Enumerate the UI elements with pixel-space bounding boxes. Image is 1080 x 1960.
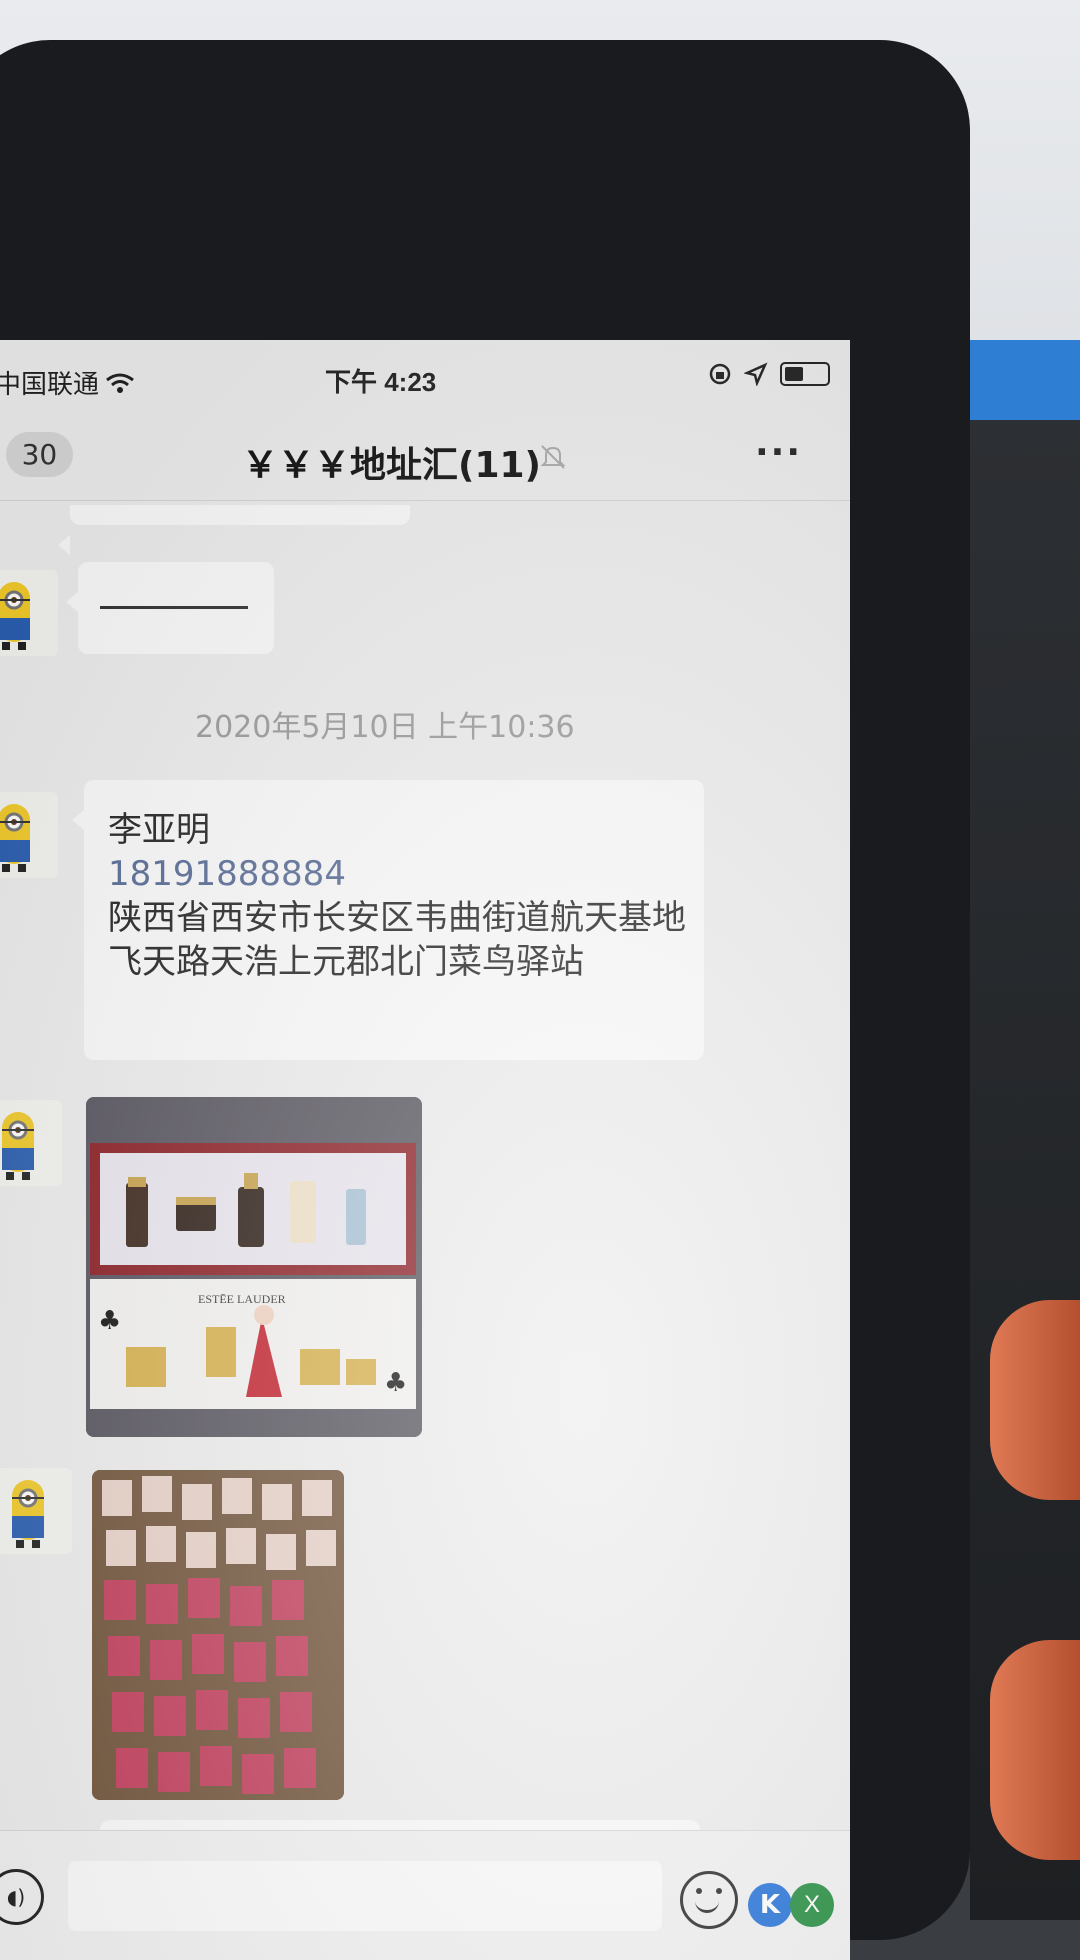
phone-screen: 中国联通 下午 4:23 ‹ — [0, 340, 850, 1960]
cut-off-message — [58, 505, 410, 555]
smile-icon — [695, 1898, 719, 1913]
carrier-label: 中国联通 — [0, 369, 100, 399]
status-time: 下午 4:23 — [325, 367, 437, 397]
floating-x-icon[interactable]: X — [790, 1883, 834, 1927]
location-icon — [744, 362, 768, 386]
chat-title: ￥￥￥地址汇(11) — [242, 445, 542, 486]
carrier-group: 中国联通 — [0, 364, 135, 401]
timestamp-separator: 2020年5月10日 上午10:36 — [195, 710, 575, 745]
message-bubble-dash[interactable] — [66, 562, 274, 654]
battery-icon — [780, 362, 830, 386]
emoji-button[interactable] — [680, 1871, 738, 1929]
minion-avatar-icon — [2, 1112, 34, 1180]
minion-avatar-icon — [0, 582, 30, 650]
address-message-text[interactable]: 李亚明 18191888884 陕西省西安市长安区韦曲街道航天基地飞天路天浩上元… — [108, 808, 688, 984]
back-button[interactable]: ‹ 30 — [0, 432, 74, 477]
svg-text:♣: ♣ — [98, 1306, 121, 1336]
chat-nav-bar: ‹ 30 ￥￥￥地址汇(11) ··· — [0, 410, 850, 501]
svg-text:♣: ♣ — [384, 1368, 407, 1398]
message-input[interactable] — [68, 1861, 662, 1931]
status-bar: 中国联通 下午 4:23 — [0, 360, 850, 400]
finger-top — [990, 1300, 1080, 1500]
monitor-blue-strip — [970, 340, 1080, 430]
orientation-lock-icon — [709, 363, 731, 385]
status-right — [708, 362, 830, 386]
minion-avatar-icon — [0, 804, 30, 872]
avatar[interactable] — [0, 1100, 62, 1186]
gift-set-image: ESTĒE LAUDER ♣ ♣ — [86, 1097, 422, 1437]
contact-name: 李亚明 — [108, 810, 210, 850]
contact-phone-link[interactable]: 18191888884 — [108, 852, 688, 896]
avatar[interactable] — [0, 1468, 72, 1554]
finger-bottom — [990, 1640, 1080, 1860]
floating-k-icon[interactable]: K — [748, 1883, 792, 1927]
voice-icon: ◖) — [6, 1885, 26, 1909]
mute-bell-icon — [540, 445, 566, 469]
sample-packets-image — [92, 1470, 344, 1800]
wifi-icon — [106, 373, 134, 393]
minion-avatar-icon — [12, 1480, 44, 1548]
product-photo-samples[interactable] — [92, 1470, 344, 1800]
brand-label: ESTĒE LAUDER — [198, 1292, 286, 1306]
dash-line — [100, 606, 248, 609]
more-button[interactable]: ··· — [755, 432, 802, 473]
unread-count-badge: 30 — [5, 432, 74, 477]
product-photo-gift-set[interactable]: ESTĒE LAUDER ♣ ♣ — [86, 1097, 422, 1437]
input-bar: ◖) K X — [0, 1830, 850, 1960]
phone-body: 中国联通 下午 4:23 ‹ — [0, 40, 970, 1960]
voice-input-button[interactable]: ◖) — [0, 1869, 44, 1925]
avatar[interactable] — [0, 570, 58, 656]
avatar[interactable] — [0, 792, 58, 878]
contact-address: 陕西省西安市长安区韦曲街道航天基地飞天路天浩上元郡北门菜鸟驿站 — [108, 898, 686, 982]
